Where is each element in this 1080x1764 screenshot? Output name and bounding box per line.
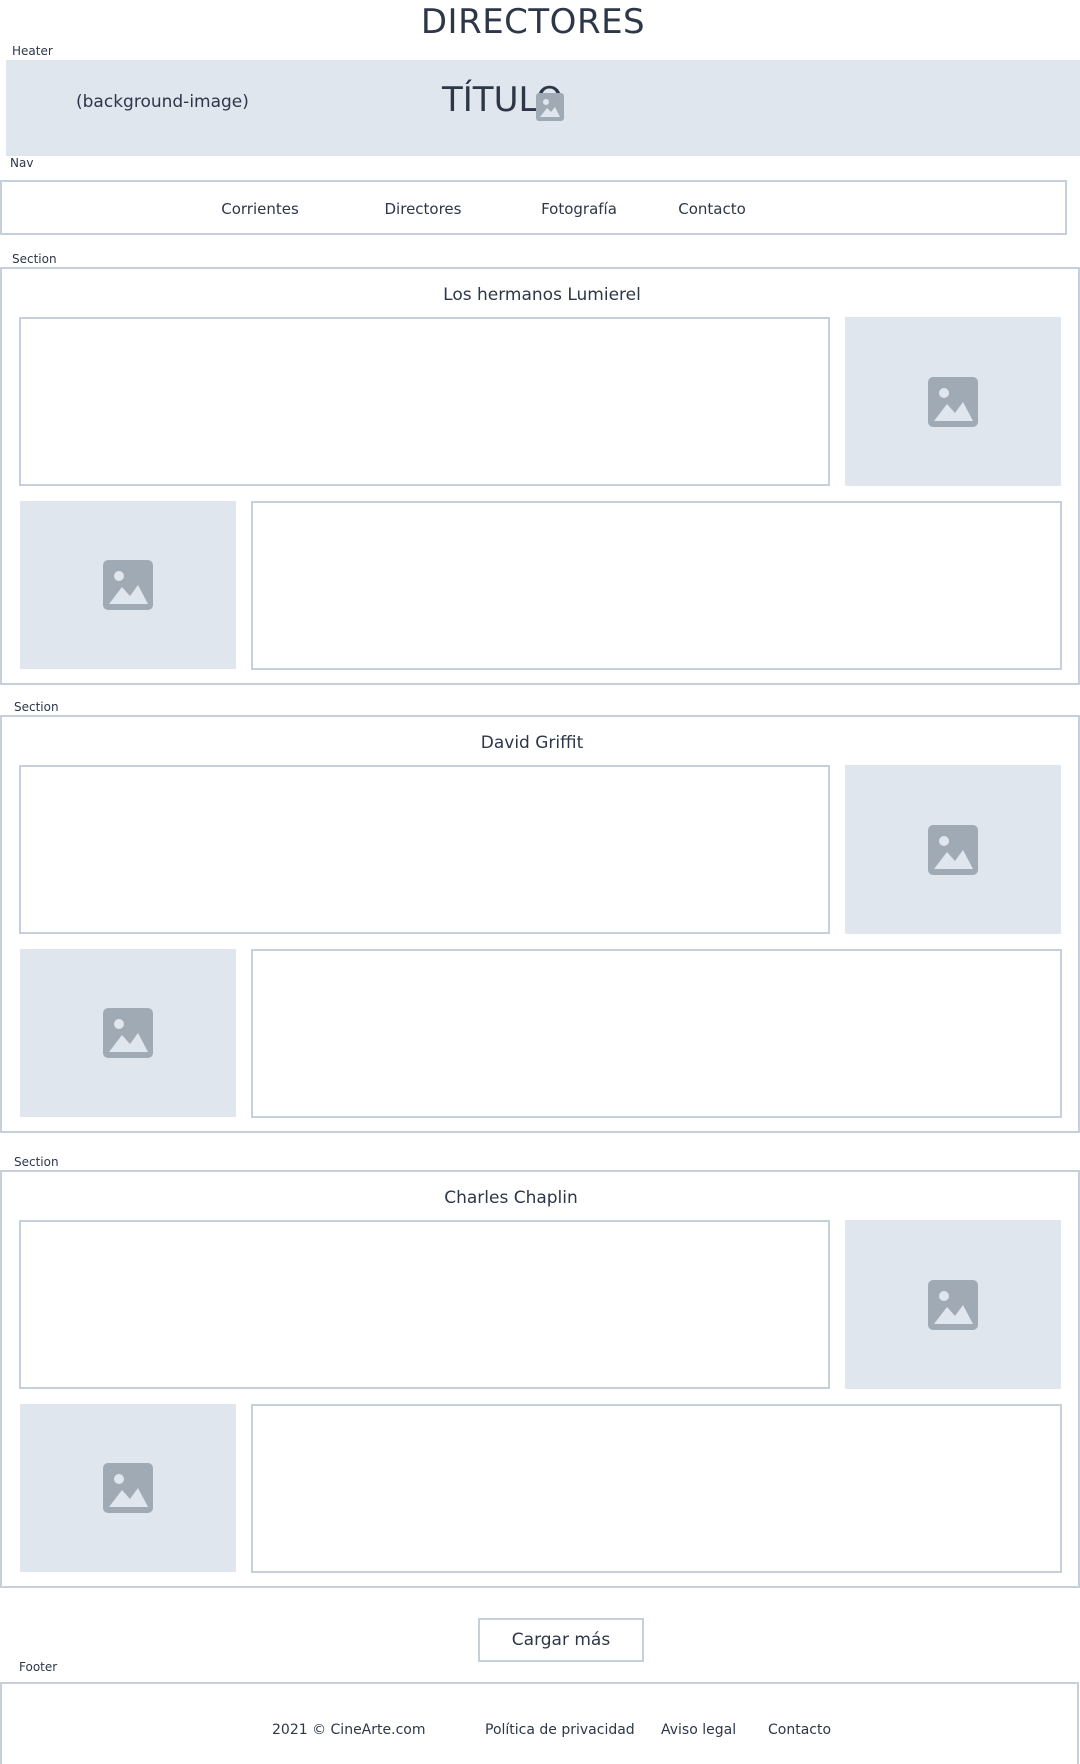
director-section-lumiere: Los hermanos Lumierel xyxy=(0,267,1080,685)
image-placeholder xyxy=(845,765,1061,934)
section-title: Charles Chaplin xyxy=(444,1188,578,1208)
image-placeholder xyxy=(20,501,236,669)
image-icon xyxy=(103,1008,153,1058)
section-tag: Section xyxy=(14,1155,59,1169)
header-hero: (background-image) TÍTULO xyxy=(6,60,1080,156)
text-block xyxy=(19,1220,830,1389)
background-image-label: (background-image) xyxy=(76,92,249,112)
footer-tag: Footer xyxy=(19,1660,58,1674)
main-nav: Corrientes Directores Fotografía Contact… xyxy=(0,180,1067,235)
section-title: Los hermanos Lumierel xyxy=(443,285,641,305)
image-icon xyxy=(536,93,564,121)
text-block xyxy=(19,317,830,486)
image-icon xyxy=(928,824,978,875)
image-icon xyxy=(928,1279,978,1330)
footer-link-legal[interactable]: Aviso legal xyxy=(661,1722,736,1738)
load-more-button[interactable]: Cargar más xyxy=(478,1618,644,1662)
image-placeholder xyxy=(845,317,1061,486)
image-placeholder xyxy=(845,1220,1061,1389)
nav-item-fotografia[interactable]: Fotografía xyxy=(541,200,617,218)
text-block xyxy=(19,765,830,934)
footer-link-contact[interactable]: Contacto xyxy=(768,1722,831,1738)
nav-item-corrientes[interactable]: Corrientes xyxy=(221,200,299,218)
header-tag: Heater xyxy=(12,44,53,58)
text-block xyxy=(251,501,1062,670)
director-section-chaplin: Charles Chaplin xyxy=(0,1170,1080,1588)
page-title: DIRECTORES xyxy=(420,2,646,42)
image-placeholder xyxy=(20,949,236,1117)
image-icon xyxy=(103,1463,153,1513)
section-title: David Griffit xyxy=(480,733,584,753)
image-placeholder xyxy=(20,1404,236,1572)
nav-item-directores[interactable]: Directores xyxy=(385,200,462,218)
image-icon xyxy=(103,560,153,610)
director-section-griffit: David Griffit xyxy=(0,715,1080,1133)
image-icon xyxy=(928,376,978,427)
footer: 2021 © CineArte.com Política de privacid… xyxy=(0,1682,1079,1764)
footer-copyright: 2021 © CineArte.com xyxy=(272,1722,426,1738)
text-block xyxy=(251,949,1062,1118)
nav-tag: Nav xyxy=(10,156,34,170)
section-tag: Section xyxy=(12,252,57,266)
nav-item-contacto[interactable]: Contacto xyxy=(678,200,746,218)
section-tag: Section xyxy=(14,700,59,714)
footer-link-privacy[interactable]: Política de privacidad xyxy=(485,1722,635,1738)
text-block xyxy=(251,1404,1062,1573)
